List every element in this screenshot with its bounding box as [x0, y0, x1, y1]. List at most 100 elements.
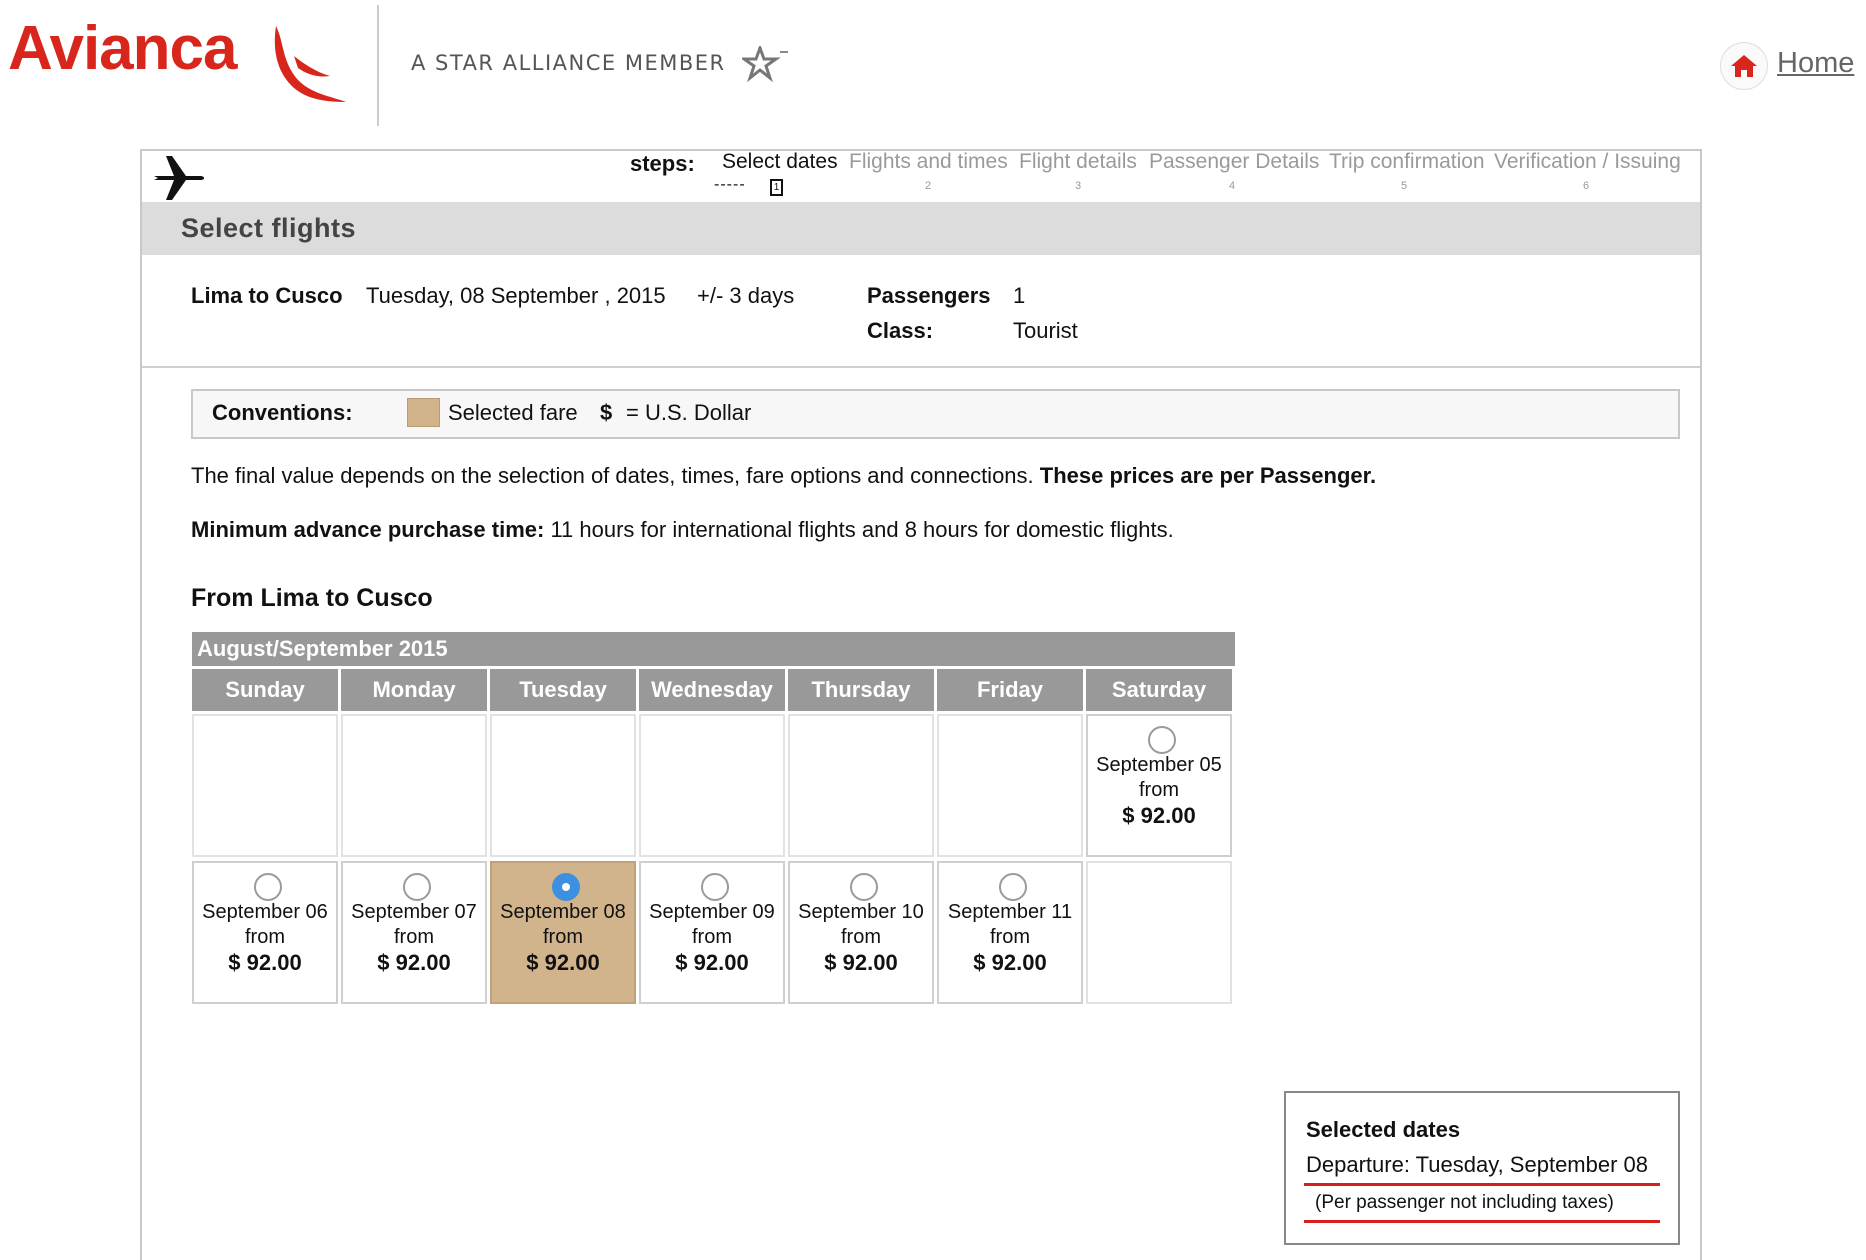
- trip-date-range: +/- 3 days: [697, 283, 795, 308]
- page-title: Select flights: [181, 213, 357, 243]
- cell-date: September 05: [1096, 754, 1222, 776]
- date-radio[interactable]: [701, 873, 729, 901]
- day-header-monday: Monday: [341, 669, 487, 711]
- cell-price: $ 92.00: [377, 950, 451, 975]
- step-number: 6: [1583, 180, 1590, 192]
- day-header-wednesday: Wednesday: [639, 669, 785, 711]
- passengers-value: 1: [1013, 283, 1026, 308]
- conventions-label: Conventions:: [212, 400, 353, 425]
- calendar-month-header: August/September 2015: [192, 632, 1235, 666]
- min-advance-label: Minimum advance purchase time:: [191, 517, 545, 542]
- cell-price: $ 92.00: [526, 950, 600, 975]
- passengers-label: Passengers: [867, 283, 991, 308]
- calendar-day-cell[interactable]: September 10 from $ 92.00: [788, 861, 934, 1004]
- date-radio[interactable]: [403, 873, 431, 901]
- cell-from-label: from: [1139, 779, 1179, 801]
- selected-dates-title: Selected dates: [1306, 1117, 1461, 1142]
- cell-date: September 10: [798, 901, 924, 923]
- step-flight-details: Flight details: [1019, 150, 1137, 173]
- step-number: 5: [1401, 180, 1408, 192]
- cell-price: $ 92.00: [824, 950, 898, 975]
- cell-price: $ 92.00: [228, 950, 302, 975]
- day-header-friday: Friday: [937, 669, 1083, 711]
- calendar-empty-cell: [1086, 861, 1232, 1004]
- cell-date: September 07: [351, 901, 477, 923]
- star-alliance-text: A STAR ALLIANCE MEMBER: [411, 51, 726, 75]
- date-radio-checked[interactable]: [552, 873, 580, 901]
- calendar-day-cell-selected[interactable]: September 08 from $ 92.00: [490, 861, 636, 1004]
- cell-date: September 11: [947, 901, 1073, 923]
- date-radio[interactable]: [999, 873, 1027, 901]
- cell-price: $ 92.00: [973, 950, 1047, 975]
- cell-date: September 09: [649, 901, 775, 923]
- calendar-day-cell[interactable]: September 11 from $ 92.00: [937, 861, 1083, 1004]
- calendar-day-cell[interactable]: September 06 from $ 92.00: [192, 861, 338, 1004]
- step-number-current: 1: [770, 179, 783, 196]
- step-number: 2: [925, 180, 932, 192]
- step-passenger-details: Passenger Details: [1149, 150, 1320, 173]
- dollar-legend: = U.S. Dollar: [626, 400, 752, 425]
- trip-date: Tuesday, 08 September , 2015: [366, 283, 666, 308]
- date-radio[interactable]: [1148, 726, 1176, 754]
- cell-from-label: from: [245, 926, 285, 948]
- class-value: Tourist: [1013, 318, 1078, 343]
- calendar-day-cell[interactable]: September 09 from $ 92.00: [639, 861, 785, 1004]
- step-progress-dashes: -----: [714, 176, 746, 193]
- steps-label: steps:: [630, 151, 695, 176]
- trip-route: Lima to Cusco: [191, 283, 343, 308]
- red-divider: [1304, 1183, 1660, 1186]
- step-number: 4: [1229, 180, 1236, 192]
- title-bar: [142, 202, 1700, 255]
- avianca-logo[interactable]: Avianca: [8, 18, 237, 80]
- cell-from-label: from: [394, 926, 434, 948]
- selected-dates-note: (Per passenger not including taxes): [1315, 1192, 1614, 1213]
- price-notice-bold: These prices are per Passenger.: [1039, 463, 1377, 488]
- calendar-empty-cell: [341, 714, 487, 857]
- avianca-bird-icon: [274, 26, 346, 102]
- min-advance-notice: Minimum advance purchase time: 11 hours …: [191, 517, 1174, 543]
- day-header-sunday: Sunday: [192, 669, 338, 711]
- step-verification-issuing: Verification / Issuing: [1494, 150, 1681, 173]
- date-radio[interactable]: [254, 873, 282, 901]
- cell-price: $ 92.00: [1122, 803, 1196, 828]
- cell-from-label: from: [692, 926, 732, 948]
- class-label: Class:: [867, 318, 934, 343]
- star-alliance-icon: [742, 46, 788, 82]
- selected-departure: Departure: Tuesday, September 08: [1306, 1152, 1649, 1177]
- calendar-empty-cell: [937, 714, 1083, 857]
- date-radio[interactable]: [850, 873, 878, 901]
- info-divider: [142, 366, 1700, 368]
- cell-date: September 08: [500, 901, 626, 923]
- header-divider: [377, 5, 379, 126]
- cell-from-label: from: [841, 926, 881, 948]
- cell-from-label: from: [990, 926, 1030, 948]
- calendar-empty-cell: [490, 714, 636, 857]
- cell-from-label: from: [543, 926, 583, 948]
- min-advance-text: 11 hours for international flights and 8…: [544, 517, 1174, 542]
- home-link[interactable]: Home: [1777, 47, 1854, 80]
- step-number: 3: [1075, 180, 1082, 192]
- day-header-saturday: Saturday: [1086, 669, 1232, 711]
- step-flights-and-times: Flights and times: [849, 150, 1008, 173]
- selected-fare-swatch: [407, 398, 440, 427]
- calendar-day-cell[interactable]: September 07 from $ 92.00: [341, 861, 487, 1004]
- selected-fare-legend: Selected fare: [448, 400, 578, 425]
- step-select-dates: Select dates: [722, 150, 838, 173]
- airplane-icon: [154, 156, 205, 200]
- calendar-empty-cell: [788, 714, 934, 857]
- cell-date: September 06: [202, 901, 328, 923]
- home-icon[interactable]: [1720, 42, 1768, 90]
- cell-price: $ 92.00: [675, 950, 749, 975]
- calendar-day-cell[interactable]: September 05 from $ 92.00: [1086, 714, 1232, 857]
- house-icon: [1731, 55, 1757, 77]
- red-divider: [1304, 1220, 1660, 1223]
- calendar-section-title: From Lima to Cusco: [191, 584, 433, 612]
- calendar-empty-cell: [639, 714, 785, 857]
- day-header-thursday: Thursday: [788, 669, 934, 711]
- step-trip-confirmation: Trip confirmation: [1329, 150, 1485, 173]
- price-notice-text: The final value depends on the selection…: [191, 463, 1040, 488]
- calendar-empty-cell: [192, 714, 338, 857]
- price-notice: The final value depends on the selection…: [191, 463, 1376, 489]
- dollar-symbol: $: [600, 400, 613, 425]
- day-header-tuesday: Tuesday: [490, 669, 636, 711]
